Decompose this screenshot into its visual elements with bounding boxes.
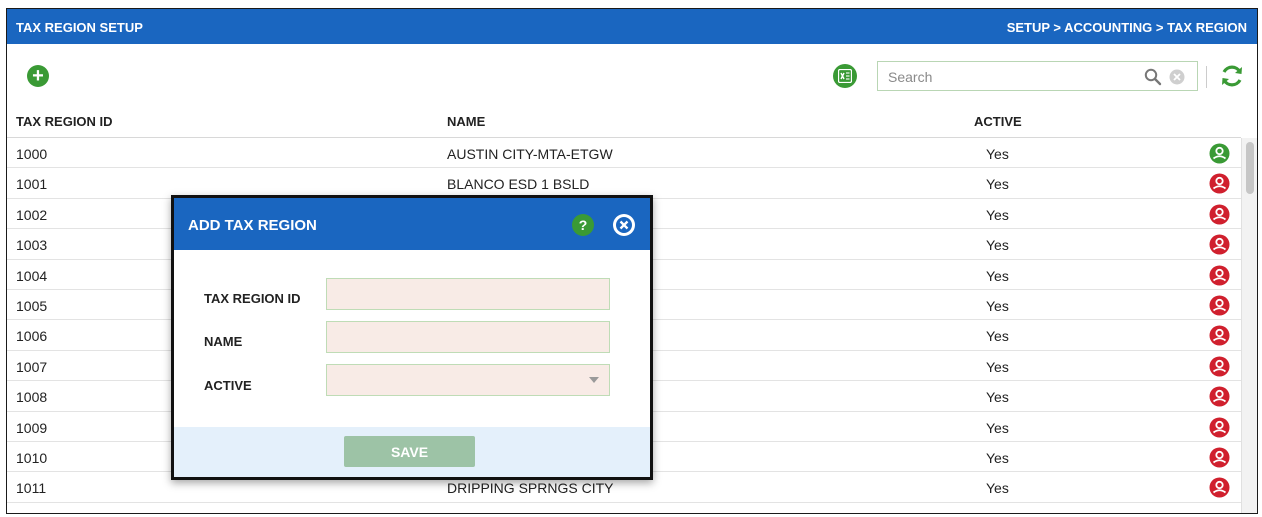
page-header: TAX REGION SETUP SETUP > ACCOUNTING > TA… bbox=[7, 9, 1257, 44]
close-icon[interactable] bbox=[613, 214, 635, 236]
name-label: NAME bbox=[204, 334, 243, 349]
user-status-icon[interactable] bbox=[1209, 143, 1230, 164]
active-cell: Yes bbox=[986, 297, 1009, 314]
name-cell: DRIPPING SPRNGS CITY bbox=[447, 480, 614, 497]
active-cell: Yes bbox=[986, 237, 1009, 254]
user-status-icon[interactable] bbox=[1209, 234, 1230, 255]
tax-region-id-cell: 1010 bbox=[16, 449, 48, 466]
chevron-down-icon bbox=[589, 377, 599, 383]
save-button[interactable]: SAVE bbox=[344, 436, 475, 467]
dialog-title: ADD TAX REGION bbox=[188, 217, 317, 234]
search-box bbox=[877, 61, 1198, 91]
tax-region-id-cell: 1009 bbox=[16, 419, 48, 436]
active-label: ACTIVE bbox=[204, 378, 252, 393]
table-row[interactable]: 1000 AUSTIN CITY-MTA-ETGW Yes bbox=[7, 138, 1241, 169]
active-cell: Yes bbox=[986, 389, 1009, 406]
column-header-name[interactable]: NAME bbox=[447, 114, 485, 129]
tax-region-id-cell: 1005 bbox=[16, 297, 48, 314]
page-title: TAX REGION SETUP bbox=[16, 20, 143, 35]
add-tax-region-dialog: ADD TAX REGION ? TAX REGION ID NAME ACTI… bbox=[171, 195, 653, 480]
active-cell: Yes bbox=[986, 419, 1009, 436]
active-cell: Yes bbox=[986, 267, 1009, 284]
column-header-active[interactable]: ACTIVE bbox=[974, 114, 1022, 129]
help-icon[interactable]: ? bbox=[572, 214, 594, 236]
dialog-footer: SAVE bbox=[174, 427, 650, 477]
tax-region-id-label: TAX REGION ID bbox=[204, 291, 301, 306]
user-status-icon[interactable] bbox=[1209, 204, 1230, 225]
active-select[interactable] bbox=[326, 364, 610, 396]
active-cell: Yes bbox=[986, 176, 1009, 193]
name-cell: BLANCO ESD 1 BSLD bbox=[447, 176, 590, 193]
tax-region-id-cell: 1000 bbox=[16, 146, 48, 162]
active-cell: Yes bbox=[986, 449, 1009, 466]
refresh-icon[interactable] bbox=[1219, 63, 1245, 89]
active-cell: Yes bbox=[986, 358, 1009, 375]
help-icon-label: ? bbox=[578, 217, 588, 233]
user-status-icon[interactable] bbox=[1209, 325, 1230, 346]
tax-region-id-cell: 1011 bbox=[16, 480, 47, 497]
close-glyph-icon bbox=[614, 215, 634, 235]
tax-region-id-cell: 1003 bbox=[16, 237, 48, 254]
toolbar: + bbox=[7, 44, 1257, 106]
tax-region-id-cell: 1007 bbox=[16, 358, 48, 375]
tax-region-id-cell: 1004 bbox=[16, 267, 48, 284]
active-cell: Yes bbox=[986, 206, 1009, 223]
user-status-icon[interactable] bbox=[1209, 265, 1230, 286]
user-status-icon[interactable] bbox=[1209, 417, 1230, 438]
search-input[interactable] bbox=[886, 66, 1120, 88]
active-cell: Yes bbox=[986, 480, 1009, 497]
tax-region-id-cell: 1002 bbox=[16, 206, 48, 223]
dialog-header: ADD TAX REGION ? bbox=[174, 198, 650, 250]
user-status-icon[interactable] bbox=[1209, 356, 1230, 377]
tax-region-id-cell: 1001 bbox=[16, 176, 48, 193]
toolbar-divider bbox=[1206, 66, 1207, 88]
tax-region-id-cell: 1006 bbox=[16, 328, 48, 345]
scrollbar-thumb[interactable] bbox=[1246, 142, 1254, 194]
user-status-icon[interactable] bbox=[1209, 477, 1230, 498]
user-status-icon[interactable] bbox=[1209, 386, 1230, 407]
user-status-icon[interactable] bbox=[1209, 447, 1230, 468]
name-field[interactable] bbox=[326, 321, 610, 353]
active-cell: Yes bbox=[986, 328, 1009, 345]
excel-export-button[interactable] bbox=[833, 64, 857, 88]
user-status-icon[interactable] bbox=[1209, 173, 1230, 194]
excel-icon bbox=[838, 69, 852, 83]
clear-search-icon[interactable] bbox=[1169, 69, 1185, 85]
breadcrumb[interactable]: SETUP > ACCOUNTING > TAX REGION bbox=[1007, 20, 1247, 35]
name-cell: AUSTIN CITY-MTA-ETGW bbox=[447, 146, 613, 162]
scrollbar[interactable] bbox=[1241, 138, 1257, 513]
add-button[interactable]: + bbox=[27, 65, 49, 87]
tax-region-setup-page: TAX REGION SETUP SETUP > ACCOUNTING > TA… bbox=[6, 8, 1258, 514]
tax-region-id-cell: 1008 bbox=[16, 389, 48, 406]
user-status-icon[interactable] bbox=[1209, 295, 1230, 316]
plus-icon: + bbox=[32, 65, 44, 87]
tax-region-id-field[interactable] bbox=[326, 278, 610, 310]
active-cell: Yes bbox=[986, 146, 1009, 162]
search-icon[interactable] bbox=[1144, 68, 1162, 86]
column-header-tax-region-id[interactable]: TAX REGION ID bbox=[16, 114, 113, 129]
